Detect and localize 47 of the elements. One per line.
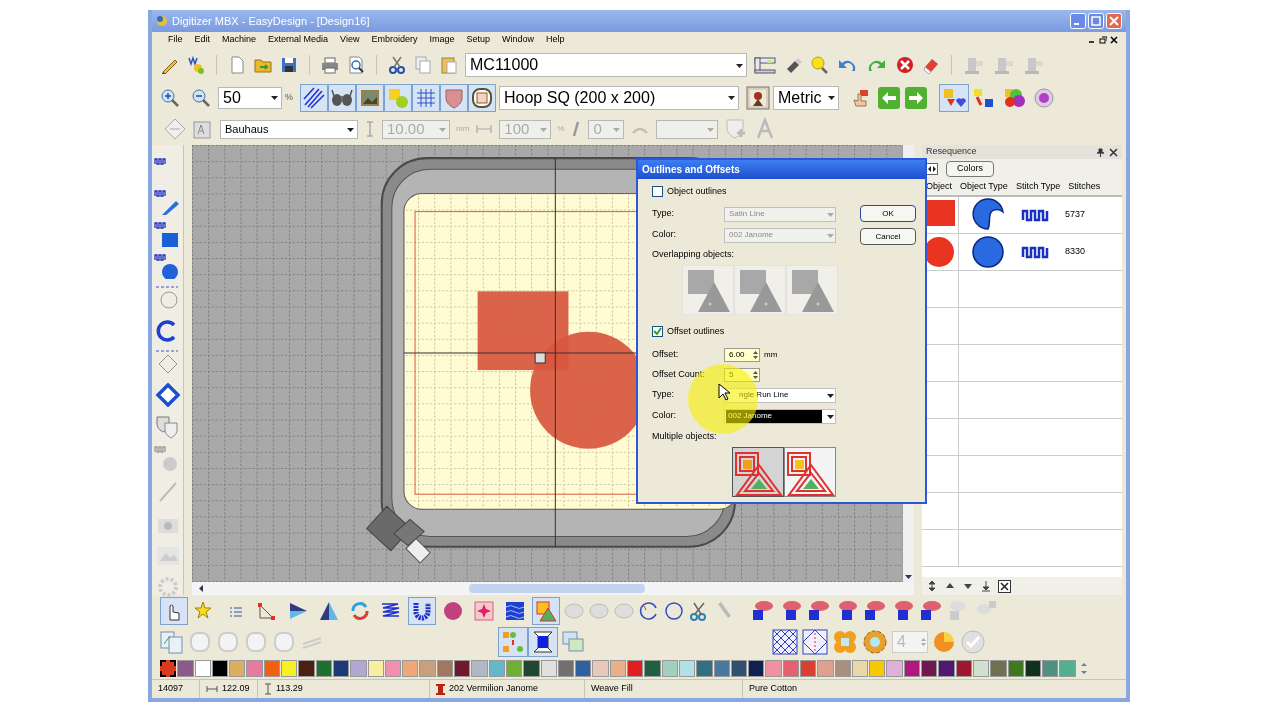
zoom-dropdown[interactable]: 50 [218,86,282,109]
menu-item[interactable]: External Media [268,33,329,47]
menu-item[interactable]: Embroidery [371,33,418,47]
colors-button[interactable]: Colors [946,161,994,177]
menu-item[interactable]: Window [502,33,535,47]
menu-item[interactable]: View [340,33,360,47]
stitch-count: 8330 [1065,245,1086,259]
menu-item[interactable]: Edit [194,33,211,47]
thread-name: 202 Vermilion Janome [449,682,539,696]
cancel-button[interactable]: Cancel [860,228,916,245]
menu-item[interactable]: Machine [222,33,257,47]
offset-type-dropdown[interactable]: ngle Run Line [724,387,836,403]
section-label: Multiple objects: [652,429,718,443]
design-height: 113.29 [276,682,303,696]
stitch-count: 14097 [158,682,184,696]
fabric-type: Pure Cotton [749,682,798,696]
ok-button[interactable]: OK [860,205,916,222]
zoom-unit: % [285,90,293,104]
offset-unit: mm [764,348,778,361]
column-header[interactable]: Object Type [960,180,1008,194]
machine-dropdown[interactable]: MC11000 [465,53,747,77]
field-label: Type: [652,388,675,402]
menu-item[interactable]: Setup [466,33,490,47]
panel-title: Resequence [926,145,977,159]
field-label: Color: [652,228,677,242]
column-header[interactable]: Stitch Type [1015,180,1061,194]
checkbox-label: Object outlines [667,185,727,198]
menu-item[interactable]: Help [546,33,565,47]
hoop-dropdown[interactable]: Hoop SQ (200 x 200) [499,85,739,110]
column-header[interactable]: Object [926,180,952,194]
menu-item[interactable]: Image [429,33,455,47]
field-label: Offset: [652,347,680,361]
field-label: Color: [652,409,677,423]
design-width: 122.09 [222,682,250,696]
stitch-count: 5737 [1065,208,1086,222]
field-label: Type: [652,207,675,221]
font-dropdown[interactable]: Bauhaus [220,119,358,139]
column-header[interactable]: Stitches [1068,180,1101,194]
checkbox-label: Offset outlines [667,325,725,338]
offset-spinbox[interactable]: 6.00 [724,347,760,362]
dialog-title: Outlines and Offsets [638,160,925,179]
fill-type: Weave Fill [591,682,633,696]
window-title: Digitizer MBX - EasyDesign - [Design16] [172,13,370,29]
menu-item[interactable]: File [168,33,183,47]
width-unit: % [557,123,565,135]
units-dropdown[interactable]: Metric [773,85,839,110]
section-label: Overlapping objects: [652,247,736,261]
